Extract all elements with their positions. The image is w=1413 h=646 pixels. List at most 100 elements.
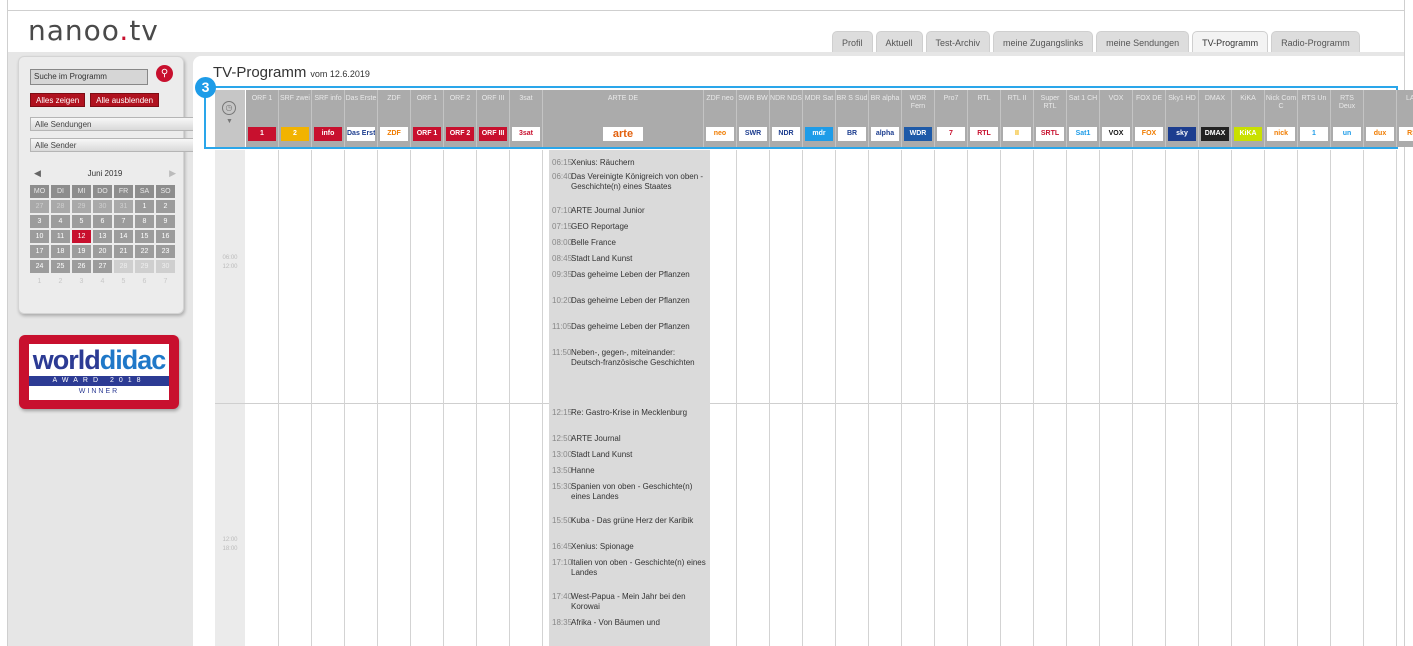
channel-header[interactable]: NDR NDS NDR: [770, 90, 803, 147]
channel-header[interactable]: MDR Sat mdr: [803, 90, 836, 147]
channel-header[interactable]: SRF zwei 2: [279, 90, 312, 147]
search-icon[interactable]: ⚲: [156, 65, 173, 82]
calendar-day: 5: [121, 278, 126, 285]
tab-aktuell[interactable]: Aktuell: [875, 31, 923, 53]
channel-header[interactable]: ORF 1 ORF 1: [411, 90, 444, 147]
channel-header[interactable]: Sky1 HD sky: [1166, 90, 1199, 147]
tab-test-archiv[interactable]: Test-Archiv: [925, 31, 991, 53]
program-entry[interactable]: 08:00 Belle France: [549, 238, 710, 248]
calendar-day[interactable]: 10: [30, 230, 49, 243]
nanoo-logo[interactable]: nanoo.tv: [28, 14, 159, 47]
tab-radio-programm[interactable]: Radio-Programm: [1271, 31, 1360, 53]
calendar-day[interactable]: 15: [135, 230, 154, 243]
program-entry[interactable]: 17:40 West-Papua - Mein Jahr bei den Koro…: [549, 592, 710, 612]
program-entry[interactable]: 11:05 Das geheime Leben der Pflanzen: [549, 322, 710, 342]
calendar-day[interactable]: 8: [135, 215, 154, 228]
calendar-day[interactable]: 6: [93, 215, 112, 228]
program-entry[interactable]: 09:35 Das geheime Leben der Pflanzen: [549, 270, 710, 290]
channel-header[interactable]: ORF 2 ORF 2: [444, 90, 477, 147]
calendar-day[interactable]: 14: [114, 230, 133, 243]
calendar-day[interactable]: 7: [114, 215, 133, 228]
calendar-day[interactable]: 5: [72, 215, 91, 228]
calendar-day[interactable]: 26: [72, 260, 91, 273]
tab-meine-sendungen[interactable]: meine Sendungen: [1096, 31, 1190, 53]
worlddidac-award-badge[interactable]: worlddidac AWARD 2018 WINNER: [19, 335, 179, 409]
calendar-day[interactable]: 25: [51, 260, 70, 273]
program-entry[interactable]: 15:50 Kuba - Das grüne Herz der Karibik: [549, 516, 710, 536]
all-shows-dropdown[interactable]: Alle Sendungen▶: [30, 117, 203, 131]
channel-header[interactable]: ORF 1 1: [246, 90, 279, 147]
calendar-day[interactable]: 17: [30, 245, 49, 258]
channel-grid-column: [279, 150, 312, 646]
channel-header[interactable]: ZDF neo neo: [704, 90, 737, 147]
channel-header[interactable]: ARTE DE arte: [543, 90, 704, 147]
channel-header[interactable]: SWR BW SWR: [737, 90, 770, 147]
program-search-input[interactable]: [30, 68, 148, 85]
channel-header[interactable]: BR S Süd BR: [836, 90, 869, 147]
program-entry[interactable]: 12:15 Re: Gastro-Krise in Mecklenburg: [549, 408, 710, 428]
program-entry[interactable]: 07:10 ARTE Journal Junior: [549, 206, 710, 216]
channel-header[interactable]: VOX VOX: [1100, 90, 1133, 147]
tab-profil[interactable]: Profil: [832, 31, 873, 53]
program-entry[interactable]: 13:00 Stadt Land Kunst: [549, 450, 710, 460]
channel-header[interactable]: KiKA KiKA: [1232, 90, 1265, 147]
hide-all-button[interactable]: Alle ausblenden: [90, 93, 160, 107]
channel-header[interactable]: FOX DE FOX: [1133, 90, 1166, 147]
all-channels-dropdown[interactable]: Alle Sender▶: [30, 138, 203, 152]
program-entry[interactable]: 12:50 ARTE Journal: [549, 434, 710, 444]
channel-header[interactable]: LA 1 RSI: [1397, 90, 1413, 147]
program-entry[interactable]: 17:10 Italien von oben - Geschichte(n) ei…: [549, 558, 710, 588]
channel-header[interactable]: RTS Deux un: [1331, 90, 1364, 147]
calendar-day[interactable]: 24: [30, 260, 49, 273]
program-title: Das geheime Leben der Pflanzen: [571, 296, 690, 305]
calendar-day[interactable]: 18: [51, 245, 70, 258]
channel-header[interactable]: Sat 1 CH Sat1: [1067, 90, 1100, 147]
channel-header[interactable]: RTL II II: [1001, 90, 1034, 147]
channel-header[interactable]: Super RTL SRTL: [1034, 90, 1067, 147]
program-entry[interactable]: 13:50 Hanne: [549, 466, 710, 476]
calendar-day-selected[interactable]: 12: [72, 230, 91, 243]
show-all-button[interactable]: Alles zeigen: [30, 93, 86, 107]
channel-header[interactable]: ORF III ORF III: [477, 90, 510, 147]
tab-meine-zugangslinks[interactable]: meine Zugangslinks: [993, 31, 1094, 53]
channel-header[interactable]: DMAX DMAX: [1199, 90, 1232, 147]
calendar-day[interactable]: 16: [156, 230, 175, 243]
program-entry[interactable]: 06:15 Xenius: Räuchern: [549, 158, 710, 168]
calendar-day[interactable]: 20: [93, 245, 112, 258]
channel-logo: 7: [937, 127, 965, 141]
program-entry[interactable]: 08:45 Stadt Land Kunst: [549, 254, 710, 264]
program-entry[interactable]: 10:20 Das geheime Leben der Pflanzen: [549, 296, 710, 316]
channel-header[interactable]: SRF info info: [312, 90, 345, 147]
channel-header[interactable]: Das Erste Das Erste: [345, 90, 378, 147]
calendar-day: 30: [156, 260, 175, 273]
channel-header[interactable]: 3sat 3sat: [510, 90, 543, 147]
program-entry[interactable]: 06:40 Das Vereinigte Königreich von oben …: [549, 172, 710, 202]
calendar-day[interactable]: 1: [135, 200, 154, 213]
channel-header[interactable]: RTL RTL: [968, 90, 1001, 147]
calendar-day[interactable]: 19: [72, 245, 91, 258]
next-month-icon[interactable]: ▶: [169, 168, 176, 179]
channel-header[interactable]: BR alpha alpha: [869, 90, 902, 147]
calendar-day[interactable]: 2: [156, 200, 175, 213]
calendar-day[interactable]: 21: [114, 245, 133, 258]
calendar-day[interactable]: 11: [51, 230, 70, 243]
channel-header[interactable]: RTS Un 1: [1298, 90, 1331, 147]
program-entry[interactable]: 18:35 Afrika - Von Bäumen und: [549, 618, 710, 638]
calendar-day[interactable]: 27: [93, 260, 112, 273]
calendar-day[interactable]: 4: [51, 215, 70, 228]
program-entry[interactable]: 15:30 Spanien von oben - Geschichte(n) ei…: [549, 482, 710, 512]
channel-header[interactable]: Pro7 7: [935, 90, 968, 147]
calendar-day[interactable]: 22: [135, 245, 154, 258]
program-entry[interactable]: 16:45 Xenius: Spionage: [549, 542, 710, 552]
channel-header[interactable]: dux: [1364, 90, 1397, 147]
channel-header[interactable]: Nick Com C nick: [1265, 90, 1298, 147]
program-entry[interactable]: 07:15 GEO Reportage: [549, 222, 710, 232]
calendar-day[interactable]: 13: [93, 230, 112, 243]
calendar-day[interactable]: 23: [156, 245, 175, 258]
calendar-day[interactable]: 3: [30, 215, 49, 228]
channel-header[interactable]: WDR Fern WDR: [902, 90, 935, 147]
calendar-day[interactable]: 9: [156, 215, 175, 228]
channel-header[interactable]: ZDF ZDF: [378, 90, 411, 147]
tab-tv-programm[interactable]: TV-Programm: [1192, 31, 1269, 54]
program-entry[interactable]: 11:50 Neben-, gegen-, miteinander: Deutsc…: [549, 348, 710, 388]
